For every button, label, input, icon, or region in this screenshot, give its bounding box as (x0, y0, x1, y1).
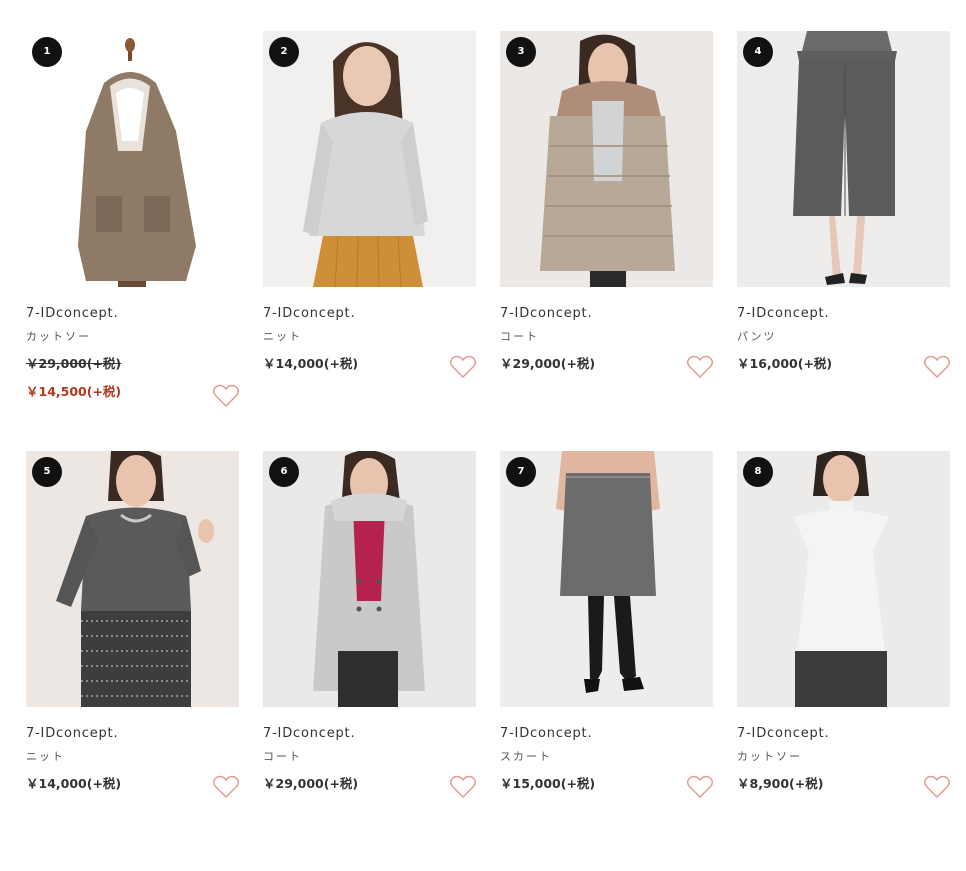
heart-icon (450, 355, 476, 379)
product-image[interactable]: 1 (26, 31, 239, 287)
price: ￥15,000(+税) (500, 776, 596, 791)
price: ￥14,000(+税) (26, 776, 122, 791)
product-card[interactable]: 2 7-IDconcept. ニット ￥14,000(+税) (263, 31, 476, 451)
product-category: ニット (26, 750, 65, 763)
original-price: ￥29,000(+税) (26, 356, 122, 371)
rank-badge: 8 (743, 457, 773, 487)
brand-name[interactable]: 7-IDconcept. (500, 725, 713, 743)
favorite-button[interactable] (687, 775, 713, 799)
gray-skirt-photo (500, 451, 713, 707)
heart-icon (924, 355, 950, 379)
brand-name[interactable]: 7-IDconcept. (263, 305, 476, 323)
brand-name[interactable]: 7-IDconcept. (263, 725, 476, 743)
price: ￥29,000(+税) (263, 776, 359, 791)
product-category: カットソー (26, 330, 91, 343)
product-image[interactable]: 4 (737, 31, 950, 287)
favorite-button[interactable] (213, 384, 239, 408)
favorite-button[interactable] (924, 775, 950, 799)
rank-badge: 1 (32, 37, 62, 67)
coat-on-mannequin-photo (26, 31, 239, 287)
sale-price: ￥14,500(+税) (26, 384, 122, 399)
product-card[interactable]: 8 7-IDconcept. カットソー ￥8,900(+税) (737, 451, 950, 871)
favorite-button[interactable] (213, 775, 239, 799)
product-grid: 1 7-IDconcept. カットソー ￥29,000(+税) ￥14,500… (26, 31, 950, 871)
product-image[interactable]: 5 (26, 451, 239, 707)
favorite-button[interactable] (687, 355, 713, 379)
favorite-button[interactable] (450, 775, 476, 799)
rank-badge: 7 (506, 457, 536, 487)
price: ￥16,000(+税) (737, 356, 833, 371)
wide-pants-photo (737, 31, 950, 287)
product-card[interactable]: 3 7-IDconcept. コート ￥29,000(+税) (500, 31, 713, 451)
product-image[interactable]: 6 (263, 451, 476, 707)
favorite-button[interactable] (924, 355, 950, 379)
product-card[interactable]: 7 7-IDconcept. スカート ￥15,000(+税) (500, 451, 713, 871)
heart-icon (450, 775, 476, 799)
price: ￥14,000(+税) (263, 356, 359, 371)
charcoal-knit-photo (26, 451, 239, 707)
product-category: ニット (263, 330, 302, 343)
gray-knit-photo (263, 31, 476, 287)
brand-name[interactable]: 7-IDconcept. (500, 305, 713, 323)
white-turtleneck-photo (737, 451, 950, 707)
heart-icon (213, 384, 239, 408)
brand-name[interactable]: 7-IDconcept. (26, 725, 239, 743)
brand-name[interactable]: 7-IDconcept. (737, 725, 950, 743)
rank-badge: 2 (269, 37, 299, 67)
heart-icon (924, 775, 950, 799)
product-image[interactable]: 8 (737, 451, 950, 707)
product-image[interactable]: 2 (263, 31, 476, 287)
product-card[interactable]: 4 7-IDconcept. パンツ ￥16,000(+税) (737, 31, 950, 451)
down-coat-photo (500, 31, 713, 287)
product-category: コート (500, 330, 539, 343)
product-card[interactable]: 5 7-IDconcept. ニット ￥14,000(+税) (26, 451, 239, 871)
product-image[interactable]: 3 (500, 31, 713, 287)
product-category: パンツ (737, 330, 777, 343)
price: ￥29,000(+税) (500, 356, 596, 371)
rank-badge: 5 (32, 457, 62, 487)
product-category: スカート (500, 750, 552, 763)
brand-name[interactable]: 7-IDconcept. (737, 305, 950, 323)
heart-icon (687, 775, 713, 799)
product-category: カットソー (737, 750, 802, 763)
rank-badge: 6 (269, 457, 299, 487)
rank-badge: 4 (743, 37, 773, 67)
rank-badge: 3 (506, 37, 536, 67)
product-image[interactable]: 7 (500, 451, 713, 707)
product-card[interactable]: 6 7-IDconcept. コート ￥29,000(+税) (263, 451, 476, 871)
product-category: コート (263, 750, 302, 763)
product-card[interactable]: 1 7-IDconcept. カットソー ￥29,000(+税) ￥14,500… (26, 31, 239, 451)
hooded-coat-photo (263, 451, 476, 707)
heart-icon (213, 775, 239, 799)
price: ￥8,900(+税) (737, 776, 824, 791)
heart-icon (687, 355, 713, 379)
favorite-button[interactable] (450, 355, 476, 379)
brand-name[interactable]: 7-IDconcept. (26, 305, 239, 323)
